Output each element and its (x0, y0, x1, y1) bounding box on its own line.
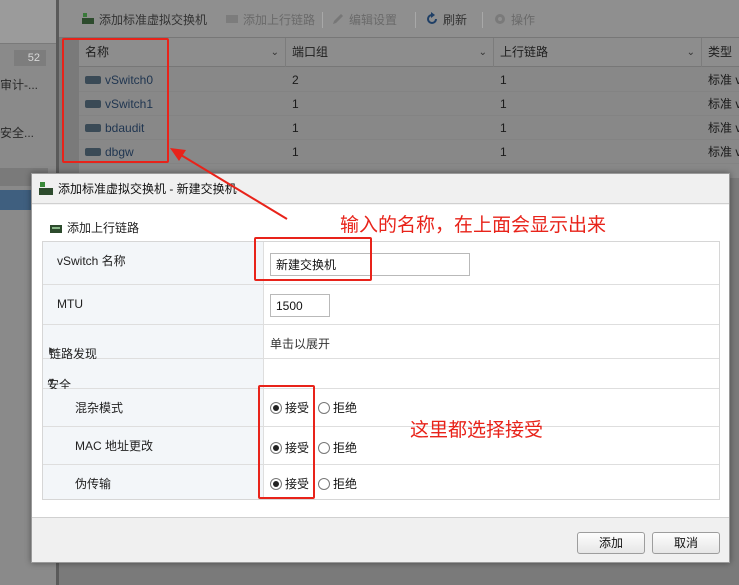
vswitch-form: vSwitch 名称 MTU ▶链路发现 单击以展开 ▼安全 (42, 241, 720, 500)
forged-reject-radio[interactable]: 拒绝 (318, 475, 357, 492)
toolbar: 添加标准虚拟交换机 添加上行链路 编辑设置 刷新 操作 (59, 0, 739, 38)
toolbar-divider (415, 12, 416, 28)
annotation-box-names (62, 38, 169, 163)
field-label: ▼ 安全 (43, 359, 263, 392)
left-nav-item-audit[interactable]: 审计-... (0, 76, 38, 93)
radio-unchecked-icon (318, 478, 330, 490)
field-label: MAC 地址更改 (43, 427, 263, 464)
form-row-mac-change: MAC 地址更改 接受 拒绝 (43, 427, 719, 465)
cell-port-groups: 2 (292, 73, 299, 87)
add-uplink-label: 添加上行链路 (243, 13, 316, 27)
add-button[interactable]: 添加 (577, 532, 645, 554)
left-nav-item-security[interactable]: 安全... (0, 124, 34, 141)
uplink-icon (50, 225, 62, 233)
form-row-link-discovery[interactable]: ▶ 链路发现 单击以展开 (43, 325, 719, 361)
table-row[interactable]: dbgw 1 1 标准 v (79, 140, 739, 164)
cell-port-groups: 1 (292, 145, 299, 159)
toolbar-divider (322, 12, 323, 28)
gear-icon (495, 14, 505, 24)
form-row-security[interactable]: ▼ 安全 (43, 359, 719, 392)
promiscuous-reject-radio[interactable]: 拒绝 (318, 399, 357, 416)
add-vswitch-label: 添加标准虚拟交换机 (99, 13, 208, 27)
count-badge: 52 (14, 50, 46, 66)
chevron-down-icon[interactable]: ⌄ (479, 38, 487, 67)
column-header-port-groups[interactable]: 端口组 ⌄ (286, 38, 494, 67)
add-uplink-label: 添加上行链路 (67, 221, 140, 235)
column-header-uplinks[interactable]: 上行链路 ⌄ (494, 38, 702, 67)
table-row[interactable]: bdaudit 1 1 标准 v (79, 116, 739, 140)
field-label: 伪传输 (43, 465, 263, 499)
table-row[interactable]: vSwitch0 2 1 标准 v (79, 68, 739, 92)
refresh-icon (427, 12, 437, 24)
cancel-button[interactable]: 取消 (652, 532, 720, 554)
cell-uplinks: 1 (500, 121, 507, 135)
field-label: MTU (43, 285, 263, 324)
radio-unchecked-icon (318, 402, 330, 414)
table-header: 名称 ⌄ 端口组 ⌄ 上行链路 ⌄ 类型 (79, 38, 739, 67)
field-label: 混杂模式 (43, 389, 263, 426)
edit-settings-button[interactable]: 编辑设置 (331, 11, 397, 29)
field-label: ▶ 链路发现 (43, 325, 263, 361)
add-uplink-button[interactable]: 添加上行链路 (225, 11, 315, 29)
dialog-titlebar: 添加标准虚拟交换机 - 新建交换机 (32, 174, 729, 204)
mtu-input[interactable] (270, 294, 330, 317)
dialog-footer: 添加 取消 (32, 517, 729, 562)
cell-type: 标准 v (708, 121, 739, 135)
cell-uplinks: 1 (500, 73, 507, 87)
refresh-label: 刷新 (443, 13, 468, 27)
form-row-mtu: MTU (43, 285, 719, 325)
dialog-body: 添加上行链路 vSwitch 名称 MTU ▶链路发现 单击以展开 (32, 205, 729, 517)
cell-uplinks: 1 (500, 97, 507, 111)
column-header-type[interactable]: 类型 (702, 38, 739, 67)
form-row-promiscuous: 混杂模式 接受 拒绝 (43, 389, 719, 427)
edit-settings-label: 编辑设置 (349, 13, 398, 27)
pencil-icon (333, 14, 343, 24)
toolbar-divider (482, 12, 483, 28)
dialog-title: 添加标准虚拟交换机 - 新建交换机 (58, 182, 237, 196)
cell-type: 标准 v (708, 145, 739, 159)
switch-add-icon (39, 182, 53, 195)
refresh-button[interactable]: 刷新 (425, 11, 467, 29)
annotation-accept-note: 这里都选择接受 (410, 419, 544, 441)
form-row-forged: 伪传输 接受 拒绝 (43, 465, 719, 499)
uplink-icon (226, 15, 238, 23)
switch-add-icon (82, 13, 94, 24)
cell-type: 标准 v (708, 97, 739, 111)
actions-label: 操作 (511, 13, 536, 27)
cell-uplinks: 1 (500, 145, 507, 159)
radio-unchecked-icon (318, 442, 330, 454)
cell-type: 标准 v (708, 73, 739, 87)
vswitch-table: 名称 ⌄ 端口组 ⌄ 上行链路 ⌄ 类型 vSwitch0 2 1 标准 v vSwi… (79, 38, 739, 178)
left-panel-header (0, 0, 56, 44)
cell-port-groups: 1 (292, 97, 299, 111)
table-row[interactable]: vSwitch1 1 1 标准 v (79, 92, 739, 116)
add-vswitch-button[interactable]: 添加标准虚拟交换机 (81, 11, 207, 29)
chevron-down-icon[interactable]: ⌄ (687, 38, 695, 67)
cell-port-groups: 1 (292, 121, 299, 135)
annotation-box-name-input (254, 237, 372, 281)
link-discovery-expand[interactable]: 单击以展开 (270, 335, 330, 352)
actions-button[interactable]: 操作 (493, 11, 535, 29)
chevron-down-icon[interactable]: ⌄ (271, 38, 279, 67)
annotation-box-accept (258, 385, 315, 499)
annotation-name-note: 输入的名称，在上面会显示出来 (340, 214, 607, 236)
add-uplink-link[interactable]: 添加上行链路 (49, 219, 139, 236)
mac-change-reject-radio[interactable]: 拒绝 (318, 439, 357, 456)
form-row-name: vSwitch 名称 (43, 242, 719, 285)
field-label: vSwitch 名称 (43, 242, 263, 284)
